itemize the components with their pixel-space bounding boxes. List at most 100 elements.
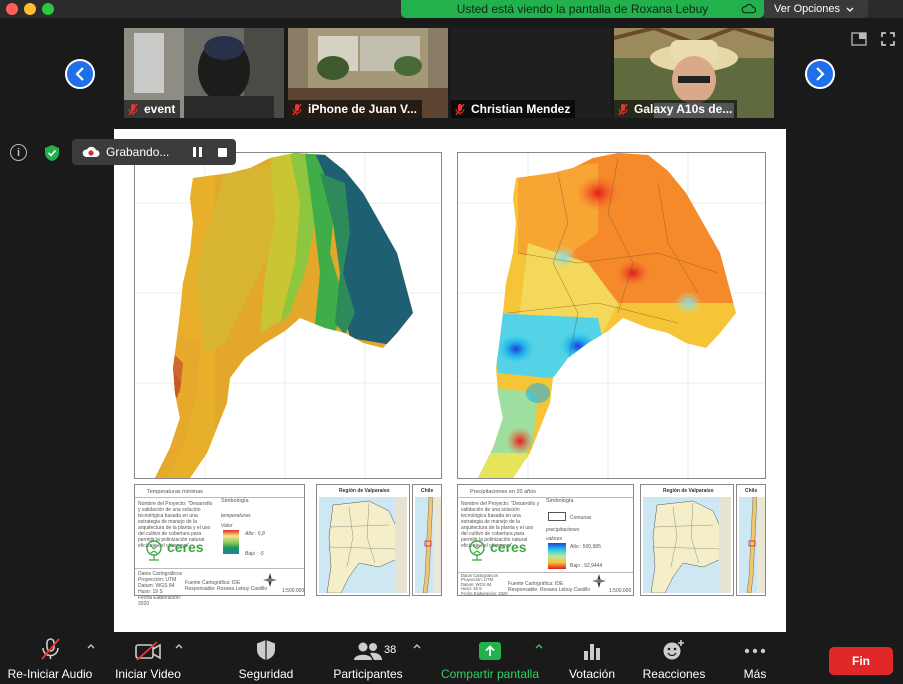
mic-muted-icon	[618, 103, 628, 115]
cartographic-data: Datos Cartográficos Proyección: UTM Datu…	[461, 574, 508, 596]
north-arrow-icon	[592, 574, 606, 588]
more-button[interactable]: Más	[730, 634, 780, 684]
mic-muted-icon	[41, 638, 60, 660]
recording-label: Grabando...	[106, 145, 170, 159]
video-label: Iniciar Video	[115, 667, 181, 681]
participant-tile[interactable]: iPhone de Juan V...	[288, 28, 448, 118]
shield-icon	[257, 640, 275, 660]
ceres-logo-text: ceres	[167, 539, 204, 555]
participant-name: Galaxy A10s de...	[634, 102, 733, 116]
participant-name-tag: Galaxy A10s de...	[614, 100, 738, 118]
ceres-logo-icon	[469, 540, 485, 561]
country-inset-image	[739, 497, 765, 593]
symbology-heading: Simbología	[221, 498, 249, 504]
next-page-button[interactable]	[805, 59, 835, 89]
minimize-window-button[interactable]	[24, 3, 36, 15]
region-inset-image	[319, 497, 407, 593]
end-meeting-button[interactable]: Fin	[829, 647, 893, 675]
zoom-window: Usted está viendo la pantalla de Roxana …	[0, 0, 903, 684]
share-options-caret-icon[interactable]	[535, 644, 543, 649]
chevron-left-icon	[75, 67, 84, 81]
participant-name-tag: iPhone de Juan V...	[288, 100, 422, 118]
inset-region-title: Región de Valparaíso	[663, 488, 714, 494]
smiley-add-icon	[663, 640, 684, 660]
legend-low: Bajo : -5	[245, 551, 264, 557]
participant-name: iPhone de Juan V...	[308, 102, 417, 116]
recording-indicator[interactable]: Grabando...	[72, 139, 236, 165]
screen-share-banner-text: Usted está viendo la pantalla de Roxana …	[456, 2, 709, 16]
mic-muted-icon	[292, 103, 302, 115]
divider	[135, 497, 304, 498]
temperature-color-ramp	[223, 530, 239, 554]
screen-share-banner: Usted está viendo la pantalla de Roxana …	[401, 0, 764, 18]
precipitation-color-ramp	[548, 543, 566, 569]
participants-options-caret-icon[interactable]	[413, 644, 421, 649]
country-inset-map: Chile	[412, 484, 442, 596]
country-inset-map: Chile	[736, 484, 766, 596]
previous-page-button[interactable]	[65, 59, 95, 89]
gallery-view-icon[interactable]	[851, 32, 867, 46]
chevron-right-icon	[816, 67, 825, 81]
temperature-legend-box: Temperaturas mínimas Nombre del Proyecto…	[134, 484, 305, 607]
legend-title: Temperaturas mínimas	[147, 489, 203, 495]
participant-name: event	[144, 102, 176, 116]
audio-options-caret-icon[interactable]	[87, 644, 95, 649]
legend-low: Bajo : 92,9444	[570, 563, 603, 569]
region-inset-map: Región de Valparaíso	[640, 484, 734, 596]
legend-high: Alto : 500,985	[570, 544, 601, 550]
symbology-heading: Simbología	[546, 498, 574, 504]
reactions-button[interactable]: Reacciones	[634, 634, 714, 684]
legend-value-label: valores	[546, 536, 563, 542]
cloud-icon	[741, 3, 756, 14]
start-video-button[interactable]: Iniciar Video	[112, 634, 184, 684]
unmute-audio-button[interactable]: Re-Iniciar Audio	[4, 634, 96, 684]
north-arrow-icon	[263, 573, 277, 587]
legend-subtitle: temperaturas	[221, 513, 251, 519]
participant-tile[interactable]: Galaxy A10s de...	[614, 28, 774, 118]
security-button[interactable]: Seguridad	[233, 634, 299, 684]
country-inset-image	[415, 497, 441, 593]
participant-name: Christian Mendez	[471, 102, 571, 116]
ceres-logo-text: ceres	[490, 539, 527, 555]
legend-title: Precipitaciones en 20 años	[470, 489, 537, 495]
map-responsible: Responsable: Roxana Lebuy Castillo	[185, 586, 267, 592]
encryption-shield-icon[interactable]	[44, 144, 60, 162]
shared-screen: Temperaturas mínimas Nombre del Proyecto…	[114, 129, 786, 632]
legend-high: Alto : 6,8	[245, 531, 265, 537]
share-screen-button[interactable]: Compartir pantalla	[436, 634, 544, 684]
participant-tile[interactable]: Christian Mendez	[451, 28, 611, 118]
participants-button[interactable]: Participantes	[328, 634, 408, 684]
meeting-controls-bar: Re-Iniciar Audio Iniciar Video Seguridad…	[0, 634, 903, 684]
close-window-button[interactable]	[6, 3, 18, 15]
maximize-window-button[interactable]	[42, 3, 54, 15]
participant-tile[interactable]: event	[124, 28, 284, 118]
security-label: Seguridad	[238, 667, 294, 681]
pause-recording-icon[interactable]	[193, 147, 202, 157]
strip-controls	[851, 32, 895, 46]
inset-country-title: Chile	[421, 488, 434, 494]
stop-recording-icon[interactable]	[218, 148, 227, 157]
poll-button[interactable]: Votación	[562, 634, 622, 684]
video-options-caret-icon[interactable]	[175, 644, 183, 649]
share-screen-icon	[479, 642, 501, 660]
meeting-info-icon[interactable]: i	[10, 144, 27, 161]
participants-icon	[354, 642, 382, 660]
view-options-label: Ver Opciones	[774, 3, 841, 15]
inset-country-title: Chile	[745, 488, 758, 494]
fullscreen-icon[interactable]	[881, 32, 895, 46]
participants-label: Participantes	[333, 667, 403, 681]
legend-subtitle: precipitaciones	[546, 527, 580, 533]
divider	[458, 572, 633, 573]
temperature-map	[134, 152, 442, 479]
legend-value-label: Valor	[221, 523, 233, 529]
bar-chart-icon	[584, 644, 600, 660]
comunas-label: Comunas	[570, 515, 592, 521]
participant-count: 38	[384, 644, 397, 656]
ceres-logo-icon	[146, 540, 162, 561]
map-scale: 1:500.000	[282, 588, 305, 594]
map-responsible: Responsable: Roxana Lebuy Castillo	[508, 587, 590, 593]
view-options-button[interactable]: Ver Opciones	[764, 0, 868, 18]
cartographic-data: Datos Cartográficos Proyección: UTM Datu…	[138, 571, 183, 607]
cloud-recording-icon	[82, 146, 100, 157]
participant-name-tag: event	[124, 100, 181, 118]
